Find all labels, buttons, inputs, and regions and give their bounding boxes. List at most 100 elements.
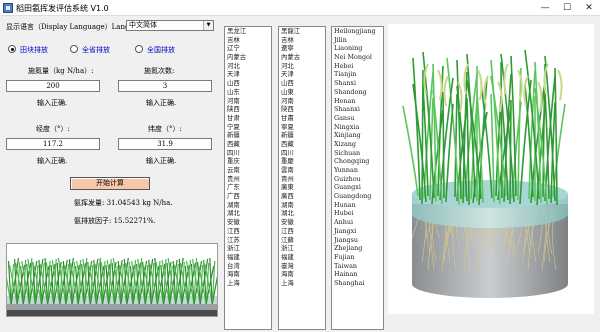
list-item[interactable]: Liaoning <box>332 44 383 53</box>
list-item[interactable]: 遼寧 <box>279 44 325 53</box>
radio-label-province[interactable]: 全省排放 <box>82 45 110 55</box>
longitude-input[interactable]: 117.2 <box>6 138 100 150</box>
list-item[interactable]: Anhui <box>332 218 383 227</box>
list-item[interactable]: Shandong <box>332 88 383 97</box>
list-item[interactable]: 黑龙江 <box>225 27 271 36</box>
list-item[interactable]: Guangdong <box>332 192 383 201</box>
list-item[interactable]: Jiangxi <box>332 227 383 236</box>
list-item[interactable]: 山西 <box>279 79 325 88</box>
list-item[interactable]: Yunnan <box>332 166 383 175</box>
list-item[interactable]: 山东 <box>225 88 271 97</box>
list-item[interactable]: Tianjin <box>332 70 383 79</box>
list-item[interactable]: 内蒙古 <box>225 53 271 62</box>
list-item[interactable]: Shaanxi <box>332 105 383 114</box>
list-item[interactable]: Ningxia <box>332 123 383 132</box>
list-item[interactable]: 重慶 <box>279 157 325 166</box>
list-item[interactable]: 新疆 <box>225 131 271 140</box>
list-item[interactable]: 陕西 <box>225 105 271 114</box>
list-item[interactable]: Gansu <box>332 114 383 123</box>
list-item[interactable]: Sichuan <box>332 149 383 158</box>
list-item[interactable]: 广东 <box>225 183 271 192</box>
list-item[interactable]: 海南 <box>225 270 271 279</box>
list-item[interactable]: Guizhou <box>332 175 383 184</box>
list-item[interactable]: 辽宁 <box>225 44 271 53</box>
list-item[interactable]: Heilongjiang <box>332 27 383 36</box>
list-item[interactable]: 河北 <box>225 62 271 71</box>
list-item[interactable]: Henan <box>332 97 383 106</box>
list-item[interactable]: 江西 <box>225 227 271 236</box>
radio-label-national[interactable]: 全国排放 <box>147 45 175 55</box>
language-select[interactable]: 中文简体 ▼ <box>126 20 214 31</box>
list-item[interactable]: 福建 <box>279 253 325 262</box>
list-item[interactable]: 河北 <box>279 62 325 71</box>
list-item[interactable]: 云南 <box>225 166 271 175</box>
list-item[interactable]: Hunan <box>332 201 383 210</box>
list-item[interactable]: 浙江 <box>279 244 325 253</box>
radio-field-scope[interactable] <box>8 45 16 53</box>
list-item[interactable]: 上海 <box>279 279 325 288</box>
list-item[interactable]: 安徽 <box>279 218 325 227</box>
maximize-button[interactable]: ☐ <box>556 0 578 16</box>
list-item[interactable]: Xizang <box>332 140 383 149</box>
list-item[interactable]: 新疆 <box>279 131 325 140</box>
list-item[interactable]: 寧夏 <box>279 123 325 132</box>
list-item[interactable]: 山東 <box>279 88 325 97</box>
list-item[interactable]: 福建 <box>225 253 271 262</box>
list-item[interactable]: 上海 <box>225 279 271 288</box>
list-item[interactable]: 山西 <box>225 79 271 88</box>
list-item[interactable]: 重庆 <box>225 157 271 166</box>
list-item[interactable]: 台湾 <box>225 262 271 271</box>
list-item[interactable]: 天津 <box>225 70 271 79</box>
list-item[interactable]: 江蘇 <box>279 236 325 245</box>
list-item[interactable]: 內蒙古 <box>279 53 325 62</box>
list-item[interactable]: 海南 <box>279 270 325 279</box>
list-item[interactable]: 河南 <box>279 97 325 106</box>
list-item[interactable]: 西藏 <box>279 140 325 149</box>
list-item[interactable]: 湖北 <box>279 209 325 218</box>
list-item[interactable]: Zhejiang <box>332 244 383 253</box>
latitude-input[interactable]: 31.9 <box>118 138 212 150</box>
list-item[interactable]: 河南 <box>225 97 271 106</box>
list-item[interactable]: Jiangsu <box>332 236 383 245</box>
list-item[interactable]: 安徽 <box>225 218 271 227</box>
list-item[interactable]: Guangxi <box>332 183 383 192</box>
list-item[interactable]: Taiwan <box>332 262 383 271</box>
list-item[interactable]: Chongqing <box>332 157 383 166</box>
close-button[interactable]: ✕ <box>578 0 600 16</box>
list-item[interactable]: Jilin <box>332 36 383 45</box>
list-item[interactable]: Hubei <box>332 209 383 218</box>
n-rate-input[interactable]: 200 <box>6 80 100 92</box>
start-calc-button[interactable]: 开始计算 <box>70 177 150 190</box>
list-item[interactable]: Hainan <box>332 270 383 279</box>
list-item[interactable]: 西藏 <box>225 140 271 149</box>
radio-national-scope[interactable] <box>135 45 143 53</box>
minimize-button[interactable]: — <box>534 0 556 16</box>
list-item[interactable]: 江西 <box>279 227 325 236</box>
list-item[interactable]: 雲南 <box>279 166 325 175</box>
list-item[interactable]: Nei Mongol <box>332 53 383 62</box>
list-item[interactable]: 湖北 <box>225 209 271 218</box>
chevron-down-icon[interactable]: ▼ <box>203 21 213 30</box>
radio-province-scope[interactable] <box>70 45 78 53</box>
list-item[interactable]: 臺灣 <box>279 262 325 271</box>
list-item[interactable]: 甘肃 <box>225 114 271 123</box>
radio-label-field[interactable]: 田块排放 <box>20 45 48 55</box>
list-item[interactable]: 甘肅 <box>279 114 325 123</box>
list-item[interactable]: 天津 <box>279 70 325 79</box>
list-item[interactable]: 廣東 <box>279 183 325 192</box>
list-item[interactable]: Shanxi <box>332 79 383 88</box>
list-item[interactable]: Hebei <box>332 62 383 71</box>
list-item[interactable]: 黑龍江 <box>279 27 325 36</box>
list-item[interactable]: Xinjiang <box>332 131 383 140</box>
province-list-traditional[interactable]: 黑龍江 吉林 遼寧 內蒙古 河北 天津 山西 山東 河南 陝西 甘肅 寧夏 新疆 西藏 四川 重慶 雲南 貴州 廣東… <box>278 26 326 330</box>
province-list-english[interactable]: Heilongjiang Jilin Liaoning Nei Mongol Hebei… <box>331 26 384 330</box>
list-item[interactable]: 江苏 <box>225 236 271 245</box>
list-item[interactable]: 宁夏 <box>225 123 271 132</box>
list-item[interactable]: Fujian <box>332 253 383 262</box>
list-item[interactable]: 廣西 <box>279 192 325 201</box>
list-item[interactable]: 四川 <box>279 149 325 158</box>
list-item[interactable]: 陝西 <box>279 105 325 114</box>
list-item[interactable]: 广西 <box>225 192 271 201</box>
n-times-input[interactable]: 3 <box>118 80 212 92</box>
list-item[interactable]: 浙江 <box>225 244 271 253</box>
